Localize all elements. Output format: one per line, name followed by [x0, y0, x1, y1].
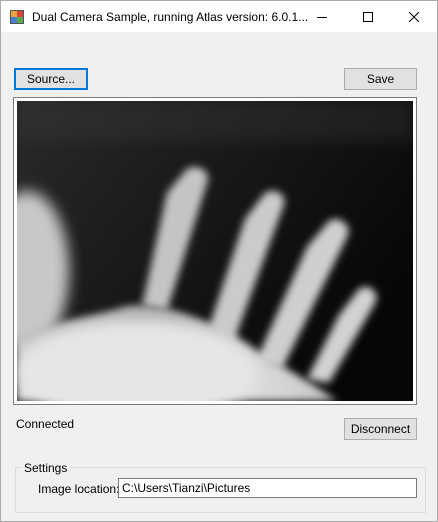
- maximize-icon: [363, 11, 373, 22]
- close-button[interactable]: [391, 1, 437, 32]
- image-location-input[interactable]: [118, 478, 417, 498]
- save-button[interactable]: Save: [344, 68, 417, 90]
- close-icon: [409, 11, 419, 22]
- app-window: Dual Camera Sample, running Atlas versio…: [0, 0, 438, 522]
- title-bar[interactable]: Dual Camera Sample, running Atlas versio…: [1, 1, 437, 32]
- settings-group-title: Settings: [21, 461, 71, 475]
- minimize-icon: [317, 16, 327, 18]
- image-location-label: Image location:: [38, 482, 120, 496]
- maximize-button[interactable]: [345, 1, 391, 32]
- disconnect-button[interactable]: Disconnect: [344, 418, 417, 440]
- minimize-button[interactable]: [299, 1, 345, 32]
- window-title: Dual Camera Sample, running Atlas versio…: [32, 10, 309, 24]
- connection-status: Connected: [16, 417, 75, 431]
- app-window-icon: [10, 10, 24, 24]
- thermal-camera-feed-image: [17, 101, 413, 401]
- camera-view: [13, 97, 417, 405]
- source-button[interactable]: Source...: [14, 68, 88, 90]
